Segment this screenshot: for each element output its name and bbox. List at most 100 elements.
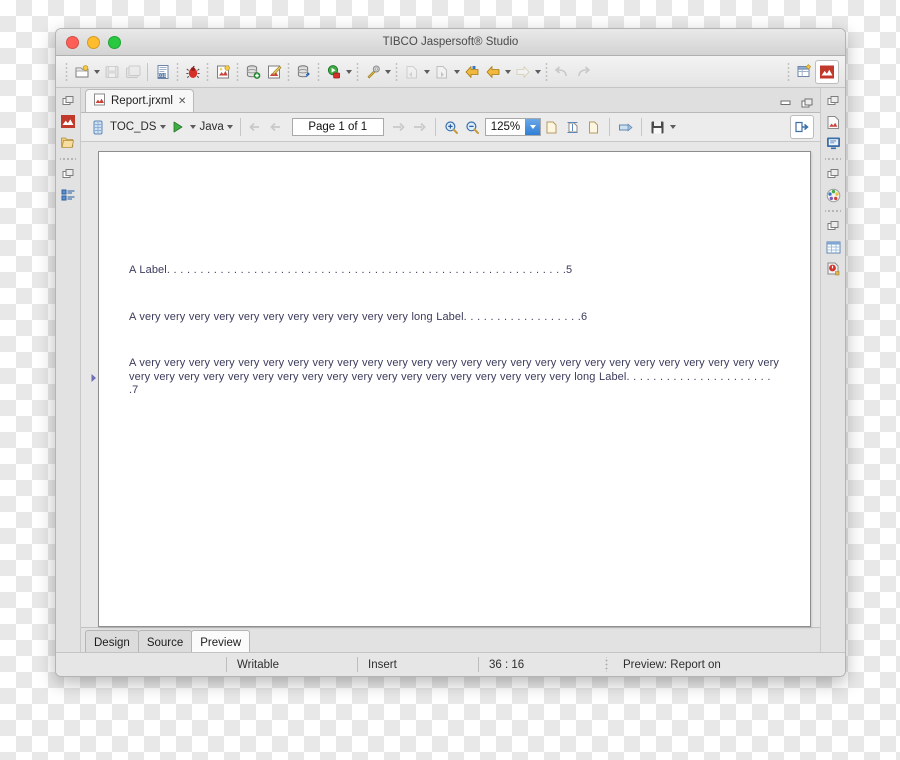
- rail-restore-icon[interactable]: [58, 92, 78, 110]
- zoom-out-button[interactable]: [462, 117, 483, 138]
- rail-report-designer-icon[interactable]: [58, 113, 78, 131]
- tools-button[interactable]: [362, 61, 383, 82]
- maximize-editor-icon[interactable]: [800, 96, 814, 109]
- run-report-button[interactable]: [167, 117, 188, 138]
- reload-report-button[interactable]: [790, 115, 814, 139]
- compile-report-button[interactable]: 010: [152, 61, 173, 82]
- save-button[interactable]: [101, 61, 122, 82]
- svg-text:010: 010: [158, 73, 167, 79]
- toolbar-dots-1: [174, 61, 181, 82]
- rail-palette-icon[interactable]: [823, 186, 843, 204]
- rail-dots[interactable]: [60, 155, 76, 162]
- previous-page-button[interactable]: [267, 117, 288, 138]
- preview-canvas[interactable]: A Label. . . . . . . . . . . . . . . . .…: [81, 142, 820, 627]
- status-drag-handle[interactable]: [603, 657, 609, 672]
- next-annotation-button[interactable]: [431, 61, 452, 82]
- previous-annotation-button[interactable]: [401, 61, 422, 82]
- toc-entry-2: A very very very very very very very ver…: [129, 311, 780, 325]
- datasource-caret[interactable]: [158, 117, 167, 137]
- datasource-button[interactable]: [242, 61, 263, 82]
- back-caret[interactable]: [503, 62, 512, 82]
- run-report-caret[interactable]: [188, 117, 197, 137]
- forward-caret[interactable]: [533, 62, 542, 82]
- language-label[interactable]: Java: [199, 121, 223, 133]
- save-all-button[interactable]: [122, 61, 143, 82]
- page-number-input[interactable]: Page 1 of 1: [291, 118, 384, 136]
- toolbar-dots-right: [785, 61, 792, 82]
- redo-button[interactable]: [572, 61, 593, 82]
- rail-restore-icon-r2[interactable]: [823, 165, 843, 183]
- editor-tab-close-icon[interactable]: ✕: [178, 96, 186, 107]
- export-button[interactable]: [615, 117, 636, 138]
- preview-separator-4: [641, 118, 643, 136]
- back-arrow-2-button[interactable]: [482, 61, 503, 82]
- toc-dots-1: . . . . . . . . . . . . . . . . . . . . …: [166, 264, 566, 276]
- preview-button[interactable]: [212, 61, 233, 82]
- toc-page-3: 7: [132, 384, 139, 396]
- tab-preview[interactable]: Preview: [191, 630, 251, 652]
- toolbar-drag-handle[interactable]: [63, 61, 70, 82]
- fit-width-button[interactable]: [541, 117, 562, 138]
- next-annotation-caret[interactable]: [452, 62, 461, 82]
- edit-expression-button[interactable]: [263, 61, 284, 82]
- toolbar-group-history: [551, 61, 593, 82]
- debug-button[interactable]: [182, 61, 203, 82]
- rail-problems-icon[interactable]: [823, 259, 843, 277]
- toc-page-1: 5: [566, 264, 573, 276]
- editor-mode-tabs: Design Source Preview: [81, 627, 820, 652]
- jrxml-file-icon: [93, 93, 106, 109]
- toolbar-dots-8: [543, 61, 550, 82]
- status-writable: Writable: [237, 658, 279, 671]
- rail-report-thumbnail-icon[interactable]: [823, 113, 843, 131]
- rail-properties-icon[interactable]: [823, 238, 843, 256]
- zoom-in-button[interactable]: [441, 117, 462, 138]
- minimize-editor-icon[interactable]: [778, 96, 792, 109]
- collapse-marker-icon[interactable]: [90, 370, 98, 388]
- editor-tab-report-jrxml[interactable]: Report.jrxml ✕: [85, 89, 195, 112]
- toolbar-dots-2: [204, 61, 211, 82]
- workbench-body: Report.jrxml ✕ TOC_DS Java Page 1 of 1 1…: [56, 88, 845, 652]
- status-task: Preview: Report on: [623, 658, 721, 671]
- run-button[interactable]: [323, 61, 344, 82]
- toc-entry-1: A Label. . . . . . . . . . . . . . . . .…: [129, 264, 780, 278]
- data-adapter-button[interactable]: [293, 61, 314, 82]
- run-caret[interactable]: [344, 62, 353, 82]
- rail-console-icon[interactable]: [823, 134, 843, 152]
- zoom-level-dropdown-arrow[interactable]: [525, 119, 541, 135]
- rail-dots-r2[interactable]: [825, 207, 841, 214]
- forward-button[interactable]: [512, 61, 533, 82]
- save-report-caret[interactable]: [668, 117, 677, 137]
- actual-size-button[interactable]: [562, 117, 583, 138]
- zoom-level-combobox[interactable]: 125%: [484, 118, 542, 136]
- datasource-icon[interactable]: [87, 117, 108, 138]
- perspective-report-design[interactable]: [815, 59, 839, 84]
- rail-outline-icon[interactable]: [58, 186, 78, 204]
- last-page-button[interactable]: [409, 117, 430, 138]
- rail-restore-icon-r1[interactable]: [823, 92, 843, 110]
- rail-dots-r1[interactable]: [825, 155, 841, 162]
- language-caret[interactable]: [226, 117, 235, 137]
- first-page-button[interactable]: [246, 117, 267, 138]
- zoom-level-value: 125%: [490, 121, 521, 133]
- tab-source[interactable]: Source: [137, 630, 193, 652]
- previous-annotation-caret[interactable]: [422, 62, 431, 82]
- toc-dots-2: . . . . . . . . . . . . . . . . . .: [463, 310, 581, 323]
- open-perspective-button[interactable]: [793, 61, 815, 83]
- save-report-button[interactable]: [647, 117, 668, 138]
- toolbar-group-build: 010: [152, 61, 353, 82]
- application-window: TIBCO Jaspersoft® Studio 010 Report.jrxm…: [55, 28, 846, 677]
- back-button[interactable]: [461, 61, 482, 82]
- right-rail: [820, 88, 845, 652]
- rail-repository-icon[interactable]: [58, 134, 78, 152]
- toolbar-group-tools: [362, 61, 392, 82]
- tab-design[interactable]: Design: [85, 630, 139, 652]
- undo-button[interactable]: [551, 61, 572, 82]
- rail-restore-icon-r3[interactable]: [823, 217, 843, 235]
- fit-page-button[interactable]: [583, 117, 604, 138]
- next-page-button[interactable]: [388, 117, 409, 138]
- rail-restore-icon-2[interactable]: [58, 165, 78, 183]
- tools-caret[interactable]: [383, 62, 392, 82]
- new-report-caret[interactable]: [92, 62, 101, 82]
- new-report-button[interactable]: [71, 61, 92, 82]
- datasource-label[interactable]: TOC_DS: [110, 121, 156, 133]
